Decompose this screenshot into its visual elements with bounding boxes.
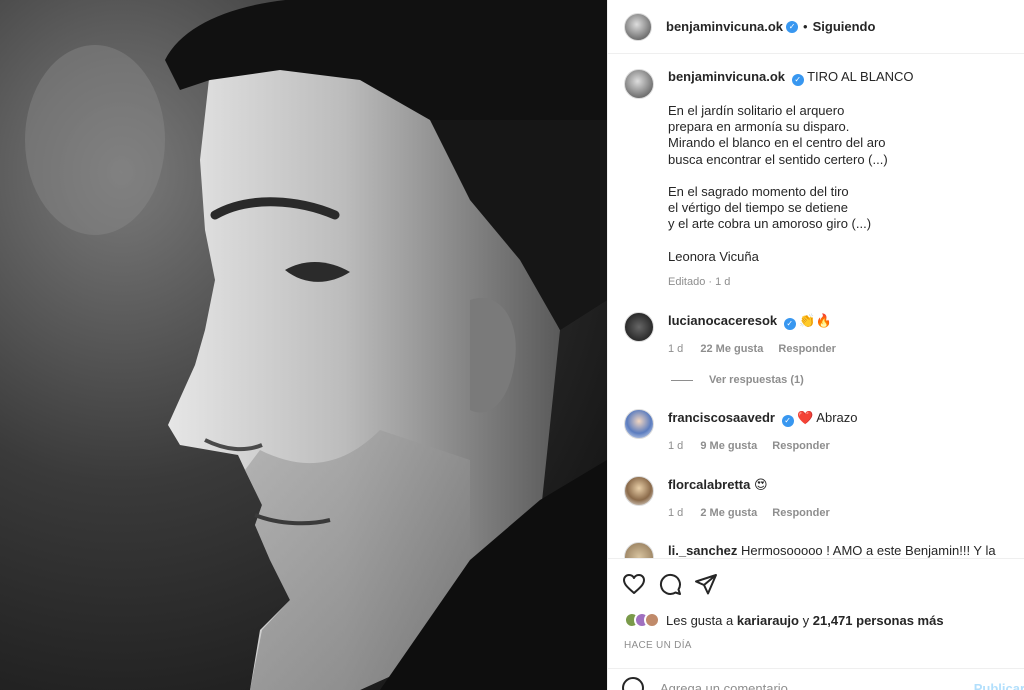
author-avatar[interactable] (624, 12, 652, 41)
comments-list[interactable]: benjaminvicuna.ok ✓ TIRO AL BLANCO En el… (608, 55, 1024, 558)
portrait-image (0, 0, 607, 690)
caption-body: En el jardín solitario el arquero prepar… (668, 103, 888, 264)
liker-avatar (644, 612, 660, 628)
comment-likes[interactable]: 2 Me gusta (700, 507, 757, 519)
post-comment-button[interactable]: Publicar (974, 681, 1024, 690)
reply-button[interactable]: Responder (772, 507, 829, 519)
comment-item: li._sanchez Hermosooooo ! AMO a este Ben… (624, 542, 1014, 558)
author-username[interactable]: benjaminvicuna.ok (666, 19, 783, 34)
add-comment-bar: Agrega un comentario... Publicar (608, 668, 1024, 690)
caption-username[interactable]: benjaminvicuna.ok (668, 69, 785, 84)
likes-text[interactable]: Les gusta a kariaraujo y 21,471 personas… (666, 613, 944, 628)
commenter-avatar[interactable] (624, 476, 654, 506)
comment-likes[interactable]: 9 Me gusta (700, 440, 757, 452)
comment-meta: 1 d 9 Me gusta Responder (668, 440, 830, 452)
comment-username[interactable]: franciscosaavedr (668, 410, 775, 425)
comment-icon[interactable] (658, 572, 682, 596)
comment-item: lucianocaceresok ✓ 👏🔥 (624, 312, 1014, 342)
likes-prefix: Les gusta a (666, 612, 734, 628)
comment-item: franciscosaavedr ✓ ❤️ Abrazo (624, 409, 1014, 439)
commenter-avatar[interactable] (624, 409, 654, 439)
post-detail-panel: benjaminvicuna.ok ✓ • Siguiendo benjamin… (607, 0, 1024, 690)
commenter-avatar[interactable] (624, 312, 654, 342)
comment-time: 1 d (668, 507, 684, 519)
actions-divider (608, 558, 1024, 559)
verified-badge-icon: ✓ (791, 74, 804, 86)
likes-join: y (802, 612, 810, 628)
comment-username[interactable]: florcalabretta (668, 477, 750, 492)
post-header: benjaminvicuna.ok ✓ • Siguiendo (608, 0, 1024, 54)
comment-input[interactable]: Agrega un comentario... (660, 681, 799, 690)
comment-username[interactable]: lucianocaceresok (668, 313, 777, 328)
comment-meta: 1 d 22 Me gusta Responder (668, 343, 836, 355)
comment-time: 1 d (668, 440, 684, 452)
comment-text: 😍 (754, 478, 768, 493)
post-actions (622, 572, 718, 596)
comment-text: 👏🔥 (799, 314, 832, 329)
likes-summary: Les gusta a kariaraujo y 21,471 personas… (624, 612, 944, 628)
comment-username[interactable]: li._sanchez (668, 543, 737, 558)
caption-title: TIRO AL BLANCO (807, 69, 914, 84)
verified-badge-icon: ✓ (786, 20, 799, 33)
view-replies-label: Ver respuestas (1) (709, 374, 804, 386)
verified-badge-icon: ✓ (783, 318, 796, 330)
comment-text: Abrazo (816, 410, 858, 425)
replies-divider (671, 379, 693, 381)
likes-user[interactable]: kariaraujo (737, 613, 799, 628)
caption: benjaminvicuna.ok ✓ TIRO AL BLANCO En el… (624, 69, 1014, 265)
comment-likes[interactable]: 22 Me gusta (700, 343, 763, 355)
heart-emoji: ❤️ (797, 411, 814, 426)
following-button[interactable]: Siguiendo (813, 19, 876, 34)
post-timestamp[interactable]: HACE UN DÍA (624, 640, 692, 651)
view-replies-button[interactable]: Ver respuestas (1) (671, 374, 804, 386)
caption-avatar[interactable] (624, 69, 654, 99)
verified-badge-icon: ✓ (781, 415, 794, 427)
commenter-avatar[interactable] (624, 542, 654, 558)
reply-button[interactable]: Responder (778, 343, 835, 355)
caption-meta: Editado · 1 d (668, 276, 731, 288)
paper-plane-icon[interactable] (694, 572, 718, 596)
separator-dot: • (803, 19, 808, 34)
reply-button[interactable]: Responder (772, 440, 829, 452)
comment-item: florcalabretta 😍 (624, 476, 1014, 506)
comment-text: Hermosooooo ! AMO a este Benjamin!!! Y l… (741, 543, 996, 558)
likes-others[interactable]: 21,471 personas más (813, 613, 944, 628)
post-photo[interactable] (0, 0, 607, 690)
comment-time: 1 d (668, 343, 684, 355)
smiley-icon[interactable] (622, 677, 644, 690)
comment-meta: 1 d 2 Me gusta Responder (668, 507, 830, 519)
heart-icon[interactable] (622, 572, 646, 596)
